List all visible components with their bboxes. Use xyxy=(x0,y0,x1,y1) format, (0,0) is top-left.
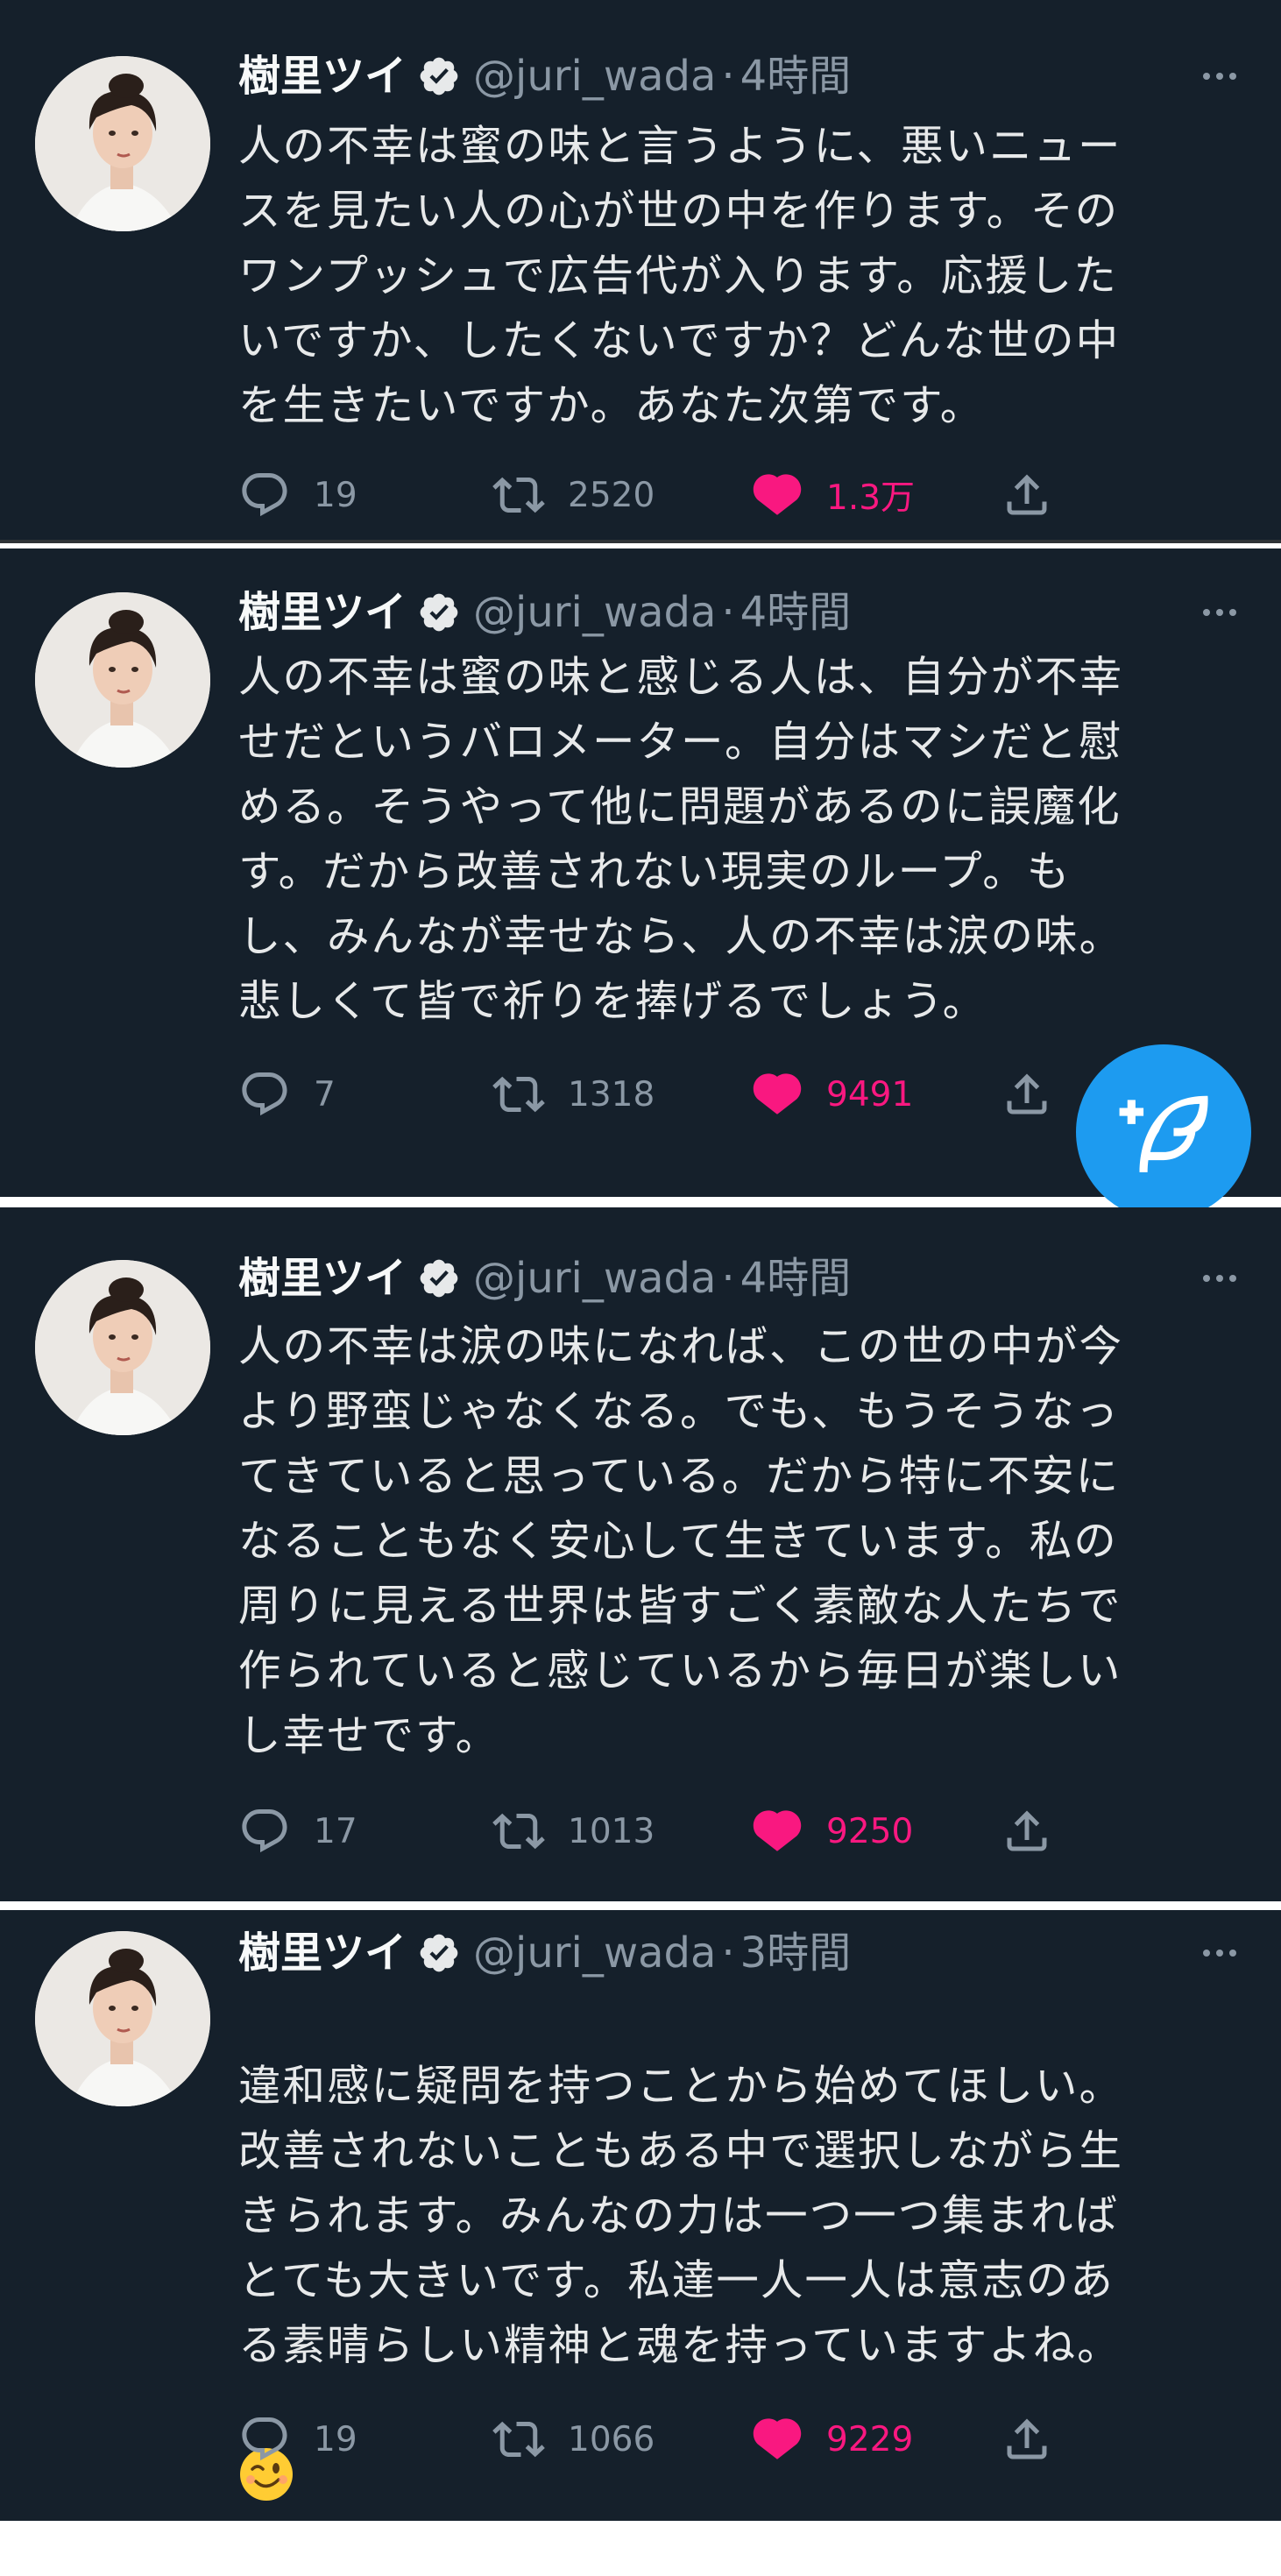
tweet-actions: 19 1066 9229 xyxy=(238,2409,1246,2470)
like-count: 9250 xyxy=(826,1811,914,1851)
verified-badge-icon xyxy=(420,1934,458,1972)
reply-count: 17 xyxy=(314,1811,357,1851)
screenshot-separator xyxy=(0,1197,1281,1207)
display-name[interactable]: 樹里ツイ xyxy=(238,46,407,107)
timestamp[interactable]: 4時間 xyxy=(740,46,852,107)
tweet-header: 樹里ツイ @juri_wada · 4時間 xyxy=(238,46,851,107)
avatar[interactable] xyxy=(35,1931,210,2106)
retweet-count: 1318 xyxy=(568,1074,655,1115)
reply-count: 7 xyxy=(314,1074,336,1115)
reply-button[interactable]: 7 xyxy=(238,1064,336,1125)
like-count: 9491 xyxy=(826,1074,914,1115)
user-handle[interactable]: @juri_wada xyxy=(473,582,716,643)
reply-count: 19 xyxy=(314,475,357,515)
like-count: 9229 xyxy=(826,2419,914,2459)
user-handle[interactable]: @juri_wada xyxy=(473,46,716,107)
tweet-text: 違和感に疑問を持つことから始めてほしい。 改善されないこともある中で選択しながら… xyxy=(238,1989,1211,2576)
more-icon[interactable] xyxy=(1193,54,1246,98)
share-icon xyxy=(1007,1073,1047,1115)
like-heart-icon xyxy=(753,2418,802,2459)
reply-icon xyxy=(242,2417,287,2461)
avatar[interactable] xyxy=(35,56,210,231)
tweet-text: 人の不幸は涙の味になれば、この世の中が今 より野蛮じゃなくなる。でも、もうそうな… xyxy=(238,1322,1124,1760)
tweet-actions: 17 1013 9250 xyxy=(238,1801,1246,1862)
tweet-header: 樹里ツイ @juri_wada · 4時間 xyxy=(238,582,851,643)
share-icon xyxy=(1007,474,1047,515)
tweet-card[interactable]: 樹里ツイ @juri_wada · 4時間 人の不幸は涙の味になれば、この世の中… xyxy=(0,1207,1281,1901)
tweet-text: 人の不幸は蜜の味と感じる人は、自分が不幸 せだというバロメーター。自分はマシだと… xyxy=(238,653,1124,1026)
tweet-text: 人の不幸は蜜の味と言うように、悪いニュー スを見たい人の心が世の中を作ります。そ… xyxy=(238,122,1122,430)
like-heart-icon xyxy=(753,1073,802,1115)
retweet-button[interactable]: 2520 xyxy=(492,464,655,526)
tweet-card[interactable]: 樹里ツイ @juri_wada · 4時間 人の不幸は蜜の味と言うように、悪いニ… xyxy=(0,0,1281,540)
display-name[interactable]: 樹里ツイ xyxy=(238,1248,407,1309)
reply-icon xyxy=(242,1072,287,1116)
retweet-button[interactable]: 1013 xyxy=(492,1801,655,1862)
share-button[interactable] xyxy=(1001,2409,1053,2470)
timestamp[interactable]: 3時間 xyxy=(740,1922,852,1984)
reply-count: 19 xyxy=(314,2419,357,2459)
retweet-count: 1013 xyxy=(568,1811,655,1851)
retweet-count: 1066 xyxy=(568,2419,655,2459)
more-icon[interactable] xyxy=(1193,591,1246,634)
like-button[interactable]: 1.3万 xyxy=(751,464,915,526)
tweet-header: 樹里ツイ @juri_wada · 4時間 xyxy=(238,1248,851,1309)
like-heart-icon xyxy=(753,1810,802,1851)
separator-dot: · xyxy=(721,588,735,637)
retweet-icon xyxy=(492,1813,545,1850)
retweet-icon xyxy=(492,477,545,513)
share-button[interactable] xyxy=(1001,1064,1053,1125)
tweet-text-body: 違和感に疑問を持つことから始めてほしい。 改善されないこともある中で選択しながら… xyxy=(238,2062,1124,2370)
share-icon xyxy=(1007,2418,1047,2459)
like-heart-icon xyxy=(753,474,802,515)
separator-dot: · xyxy=(721,1928,735,1978)
tweet-actions: 19 2520 1.3万 xyxy=(238,464,1246,526)
reply-button[interactable]: 19 xyxy=(238,2409,357,2470)
timestamp[interactable]: 4時間 xyxy=(740,582,852,643)
share-icon xyxy=(1007,1810,1047,1851)
more-icon[interactable] xyxy=(1193,1931,1246,1975)
verified-badge-icon xyxy=(420,57,458,96)
compose-tweet-button[interactable] xyxy=(1076,1044,1251,1220)
separator-dot: · xyxy=(721,52,735,101)
display-name[interactable]: 樹里ツイ xyxy=(238,1922,407,1984)
separator-dot: · xyxy=(721,1254,735,1303)
compose-tweet-icon xyxy=(1119,1095,1208,1172)
verified-badge-icon xyxy=(420,593,458,632)
reply-icon xyxy=(242,1809,287,1853)
like-count: 1.3万 xyxy=(826,478,916,518)
display-name[interactable]: 樹里ツイ xyxy=(238,582,407,643)
retweet-icon xyxy=(492,2421,545,2458)
user-handle[interactable]: @juri_wada xyxy=(473,1922,716,1984)
retweet-button[interactable]: 1066 xyxy=(492,2409,655,2470)
avatar[interactable] xyxy=(35,1260,210,1435)
tweet-header: 樹里ツイ @juri_wada · 3時間 xyxy=(238,1922,851,1984)
share-button[interactable] xyxy=(1001,1801,1053,1862)
reply-button[interactable]: 19 xyxy=(238,464,357,526)
screenshot-separator xyxy=(0,1901,1281,1910)
reply-button[interactable]: 17 xyxy=(238,1801,357,1862)
avatar[interactable] xyxy=(35,592,210,768)
retweet-count: 2520 xyxy=(568,475,655,515)
tweet-card[interactable]: 樹里ツイ @juri_wada · 3時間 違和感に疑問を持つことから始めてほし… xyxy=(0,1910,1281,2521)
more-icon[interactable] xyxy=(1193,1256,1246,1300)
share-button[interactable] xyxy=(1001,464,1053,526)
retweet-button[interactable]: 1318 xyxy=(492,1064,655,1125)
like-button[interactable]: 9250 xyxy=(751,1801,913,1862)
tweet-divider xyxy=(0,540,1281,543)
like-button[interactable]: 9229 xyxy=(751,2409,913,2470)
verified-badge-icon xyxy=(420,1259,458,1298)
timestamp[interactable]: 4時間 xyxy=(740,1248,852,1309)
reply-icon xyxy=(242,473,287,517)
retweet-icon xyxy=(492,1076,545,1113)
like-button[interactable]: 9491 xyxy=(751,1064,913,1125)
user-handle[interactable]: @juri_wada xyxy=(473,1248,716,1309)
